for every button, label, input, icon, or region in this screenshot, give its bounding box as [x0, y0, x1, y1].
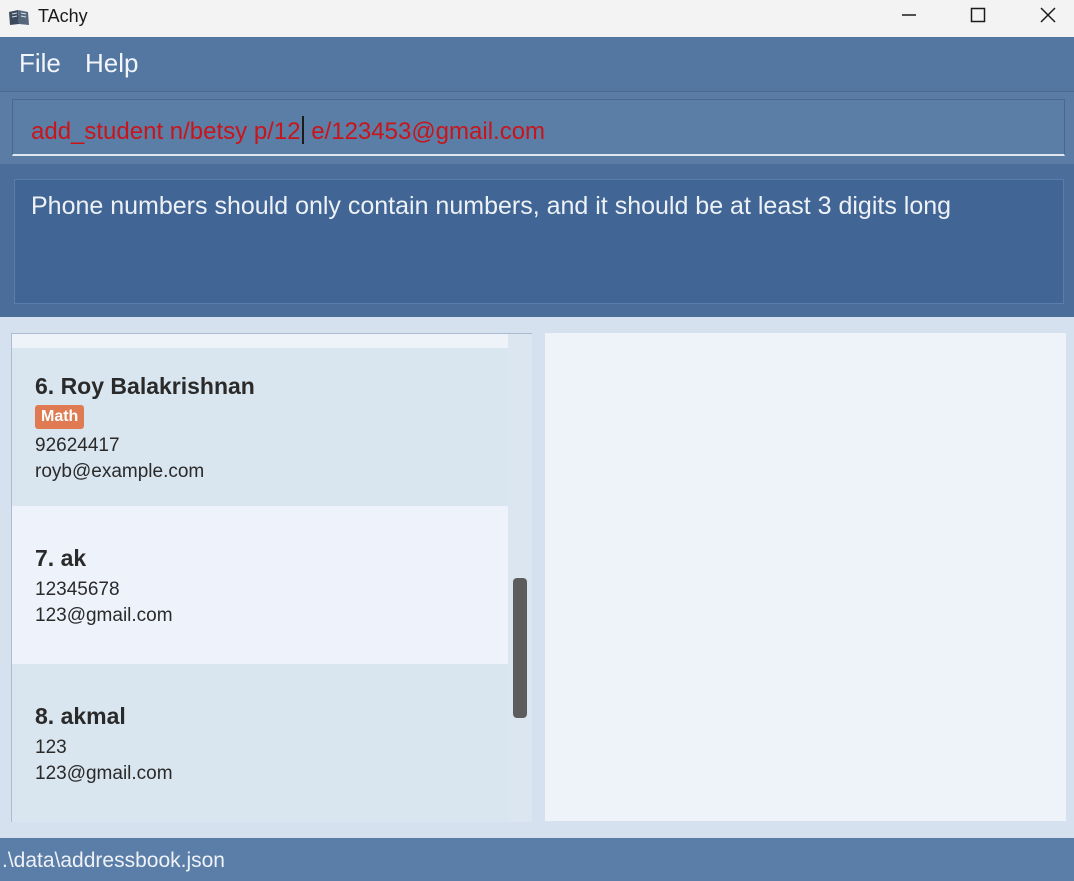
- book-icon: [8, 8, 30, 26]
- command-input[interactable]: add_student n/betsy p/12 e/123453@gmail.…: [12, 99, 1065, 156]
- menu-file[interactable]: File: [19, 48, 61, 79]
- student-email: royb@example.com: [35, 461, 205, 482]
- command-text-after-caret: e/123453@gmail.com: [304, 118, 546, 145]
- student-card[interactable]: 8. akmal 123 123@gmail.com: [12, 664, 508, 822]
- command-text: add_student n/betsy p/12 e/123453@gmail.…: [31, 116, 545, 146]
- student-card[interactable]: 7. ak 12345678 123@gmail.com: [12, 506, 508, 664]
- text-caret: [301, 116, 304, 144]
- student-phone: 123: [35, 737, 67, 758]
- scrollbar-thumb[interactable]: [513, 578, 527, 718]
- close-button[interactable]: [1013, 0, 1074, 30]
- list-item-partial: [12, 334, 508, 348]
- result-display: Phone numbers should only contain number…: [14, 179, 1064, 304]
- command-text-before-caret: add_student n/betsy p/12: [31, 118, 301, 145]
- student-email: 123@gmail.com: [35, 605, 173, 626]
- student-name: 8. akmal: [35, 703, 126, 729]
- maximize-button[interactable]: [943, 0, 1013, 30]
- tag-badge: Math: [35, 405, 85, 429]
- save-file-path: .\data\addressbook.json: [2, 849, 225, 872]
- student-email: 123@gmail.com: [35, 763, 173, 784]
- minimize-icon: [901, 7, 917, 23]
- student-name: 6. Roy Balakrishnan: [35, 373, 255, 399]
- detail-panel: [545, 333, 1066, 821]
- minimize-button[interactable]: [874, 0, 944, 30]
- student-phone: 92624417: [35, 435, 120, 456]
- menu-bar: File Help: [0, 37, 1074, 92]
- content-area: 6. Roy Balakrishnan Math 92624417 royb@e…: [0, 317, 1074, 838]
- title-bar: TAchy: [0, 0, 1074, 37]
- student-name: 7. ak: [35, 545, 87, 571]
- student-card[interactable]: 6. Roy Balakrishnan Math 92624417 royb@e…: [12, 348, 508, 506]
- command-area: add_student n/betsy p/12 e/123453@gmail.…: [0, 92, 1074, 164]
- result-area: Phone numbers should only contain number…: [0, 164, 1074, 317]
- scrollbar-track[interactable]: [508, 334, 532, 822]
- student-phone: 12345678: [35, 579, 120, 600]
- window-title: TAchy: [38, 6, 88, 26]
- result-message: Phone numbers should only contain number…: [31, 192, 952, 220]
- status-bar: .\data\addressbook.json: [0, 838, 1074, 881]
- maximize-icon: [970, 7, 986, 23]
- student-list[interactable]: 6. Roy Balakrishnan Math 92624417 royb@e…: [11, 333, 532, 822]
- close-icon: [1040, 7, 1056, 23]
- menu-help[interactable]: Help: [85, 48, 138, 79]
